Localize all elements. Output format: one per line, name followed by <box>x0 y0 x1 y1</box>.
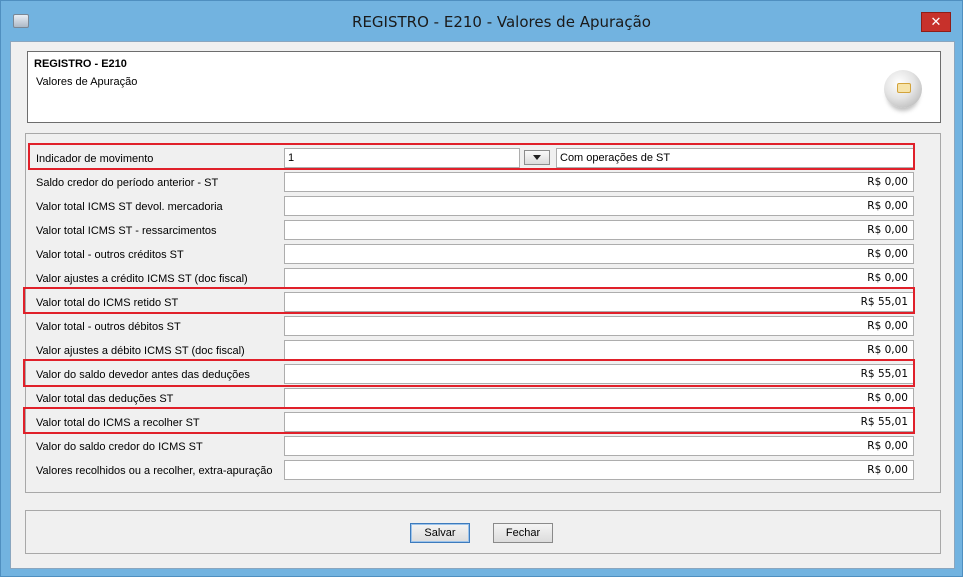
app-icon <box>13 14 29 28</box>
fields-panel: Indicador de movimento 1 Com operações d… <box>23 133 941 493</box>
field-label: Valor total do ICMS a recolher ST <box>36 417 200 429</box>
value-field[interactable]: R$ 0,00 <box>284 220 914 240</box>
save-button[interactable]: Salvar <box>410 523 470 543</box>
value-field[interactable]: R$ 0,00 <box>284 340 914 360</box>
value-row: Valor total do ICMS retido ST R$ 55,01 <box>30 292 916 314</box>
field-label: Valor total ICMS ST - ressarcimentos <box>36 225 217 237</box>
field-label: Valor total - outros débitos ST <box>36 321 181 333</box>
value-row: Valor total ICMS ST - ressarcimentos R$ … <box>30 220 916 242</box>
indicador-label: Indicador de movimento <box>36 153 154 165</box>
field-label: Saldo credor do período anterior - ST <box>36 177 219 189</box>
close-icon: ✕ <box>930 14 942 29</box>
field-label: Valor do saldo credor do ICMS ST <box>36 441 203 453</box>
window-title: REGISTRO - E210 - Valores de Apuração <box>352 13 651 31</box>
value-field[interactable]: R$ 55,01 <box>284 412 914 432</box>
value-field[interactable]: R$ 55,01 <box>284 364 914 384</box>
field-label: Valor total ICMS ST devol. mercadoria <box>36 201 223 213</box>
dialog-window: REGISTRO - E210 - Valores de Apuração ✕ … <box>0 0 963 577</box>
field-label: Valores recolhidos ou a recolher, extra-… <box>36 465 273 477</box>
indicador-dropdown-button[interactable] <box>524 150 550 165</box>
field-label: Valor total das deduções ST <box>36 393 174 405</box>
close-button[interactable]: Fechar <box>493 523 553 543</box>
value-row: Valores recolhidos ou a recolher, extra-… <box>30 460 916 482</box>
title-bar[interactable]: REGISTRO - E210 - Valores de Apuração ✕ <box>1 1 962 43</box>
value-field[interactable]: R$ 55,01 <box>284 292 914 312</box>
value-row: Valor do saldo credor do ICMS ST R$ 0,00 <box>30 436 916 458</box>
field-label: Valor ajustes a débito ICMS ST (doc fisc… <box>36 345 245 357</box>
value-field[interactable]: R$ 0,00 <box>284 460 914 480</box>
header-title: REGISTRO - E210 <box>34 58 127 70</box>
value-row: Valor ajustes a débito ICMS ST (doc fisc… <box>30 340 916 362</box>
header-panel: REGISTRO - E210 Valores de Apuração <box>27 51 941 123</box>
value-row: Valor total ICMS ST devol. mercadoria R$… <box>30 196 916 218</box>
value-field[interactable]: R$ 0,00 <box>284 196 914 216</box>
footer-panel: Salvar Fechar <box>25 510 941 554</box>
value-row: Valor total - outros créditos ST R$ 0,00 <box>30 244 916 266</box>
value-field[interactable]: R$ 0,00 <box>284 436 914 456</box>
value-row: Saldo credor do período anterior - ST R$… <box>30 172 916 194</box>
dialog-client-area: REGISTRO - E210 Valores de Apuração Indi… <box>10 41 955 569</box>
value-row: Valor total do ICMS a recolher ST R$ 55,… <box>30 412 916 434</box>
indicador-code-field[interactable]: 1 <box>284 148 520 168</box>
value-row: Valor do saldo devedor antes das deduçõe… <box>30 364 916 386</box>
value-field[interactable]: R$ 0,00 <box>284 388 914 408</box>
value-field[interactable]: R$ 0,00 <box>284 244 914 264</box>
indicador-row: Indicador de movimento 1 Com operações d… <box>30 148 916 170</box>
field-label: Valor ajustes a crédito ICMS ST (doc fis… <box>36 273 248 285</box>
field-label: Valor do saldo devedor antes das deduçõe… <box>36 369 250 381</box>
value-field[interactable]: R$ 0,00 <box>284 268 914 288</box>
value-row: Valor total - outros débitos ST R$ 0,00 <box>30 316 916 338</box>
value-field[interactable]: R$ 0,00 <box>284 316 914 336</box>
indicador-description-field: Com operações de ST <box>556 148 914 168</box>
header-subtitle: Valores de Apuração <box>36 76 138 88</box>
value-row: Valor ajustes a crédito ICMS ST (doc fis… <box>30 268 916 290</box>
field-label: Valor total - outros créditos ST <box>36 249 184 261</box>
value-field[interactable]: R$ 0,00 <box>284 172 914 192</box>
value-row: Valor total das deduções ST R$ 0,00 <box>30 388 916 410</box>
field-label: Valor total do ICMS retido ST <box>36 297 179 309</box>
sped-logo-icon <box>884 70 922 108</box>
close-window-button[interactable]: ✕ <box>921 12 951 32</box>
chevron-down-icon <box>533 155 541 160</box>
